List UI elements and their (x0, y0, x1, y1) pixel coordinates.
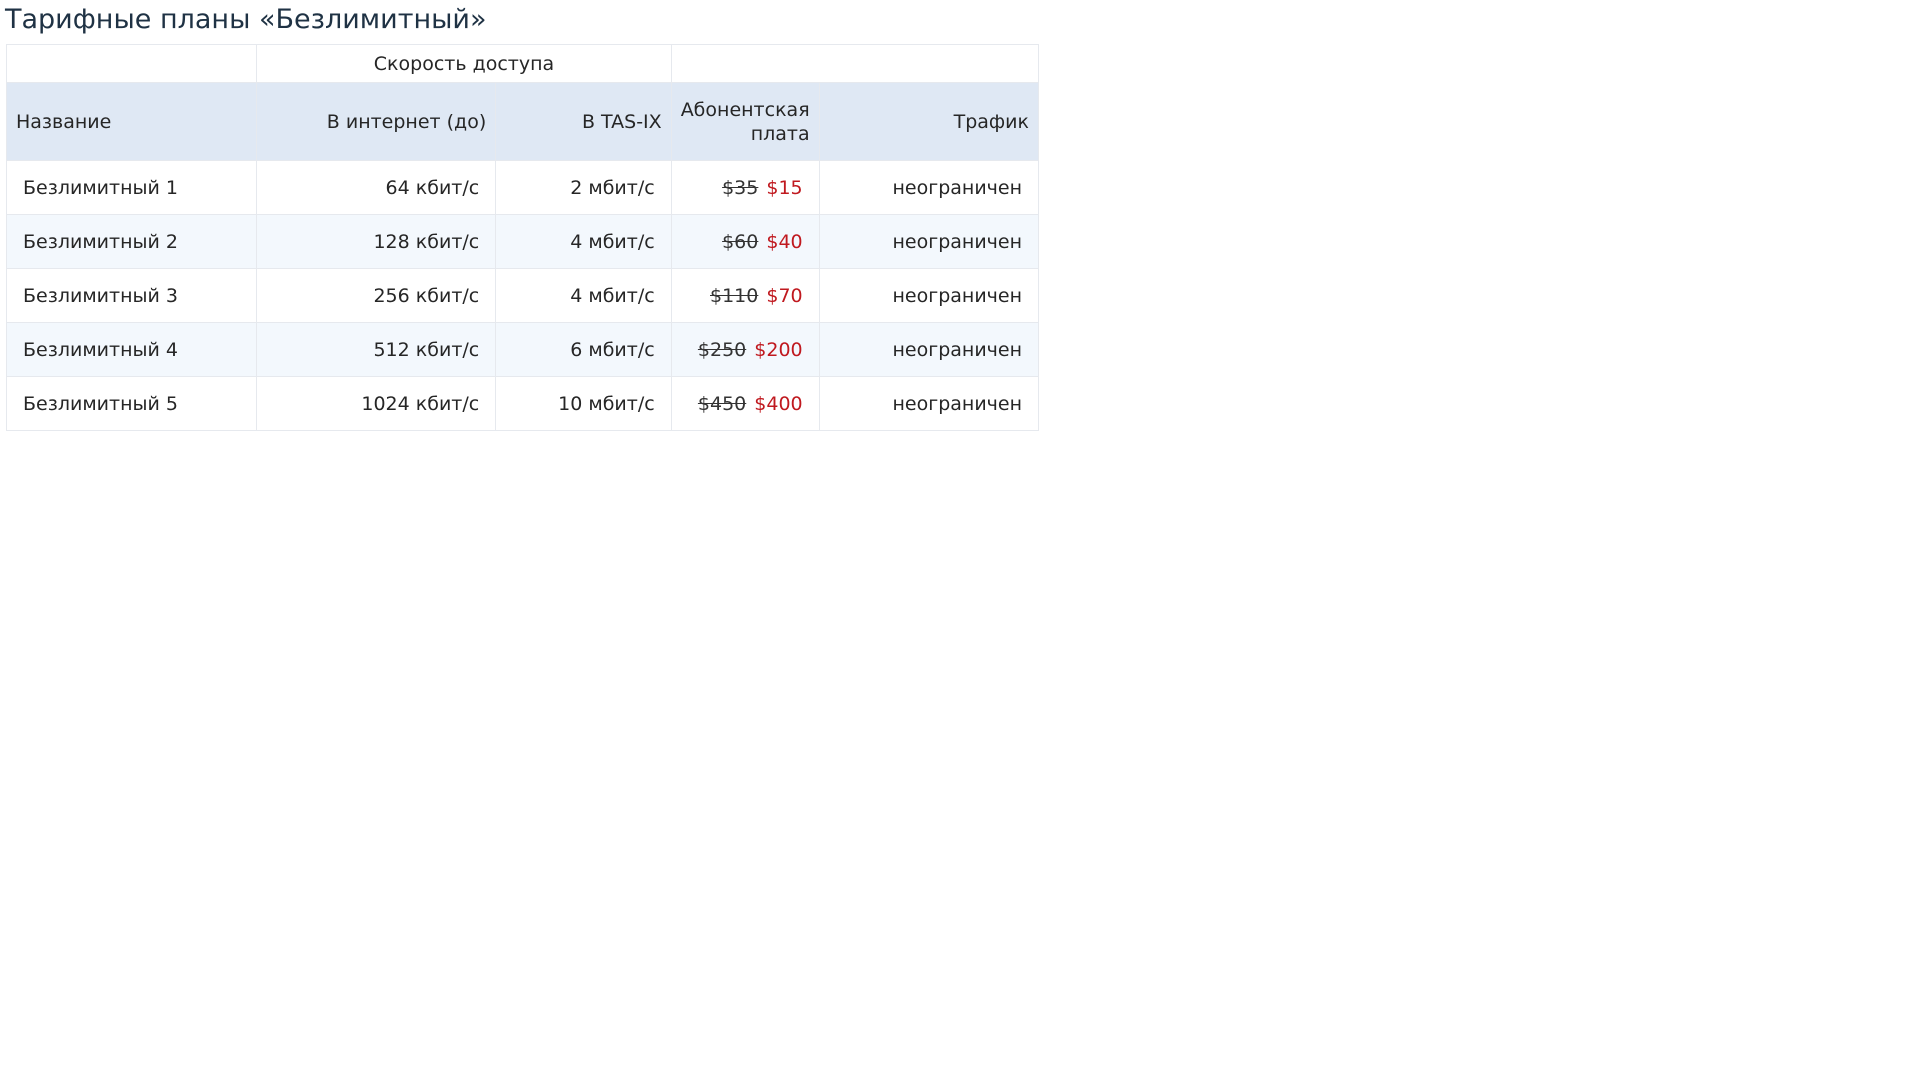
table-row: Безлимитный 3 256 кбит/с 4 мбит/с $110 $7… (5, 268, 1040, 323)
old-price: $250 (697, 338, 747, 361)
fee-cell: $60 $40 (670, 214, 820, 269)
table-row: Безлимитный 1 64 кбит/с 2 мбит/с $35 $15 … (5, 160, 1040, 215)
old-price: $35 (722, 176, 759, 199)
new-price: $400 (754, 392, 803, 415)
plan-name-cell: Безлимитный 5 (5, 376, 258, 431)
plan-name-cell: Безлимитный 1 (5, 160, 258, 215)
group-header-speed: Скорость доступа (256, 44, 672, 83)
tasix-speed-cell: 6 мбит/с (495, 322, 672, 377)
old-price: $60 (722, 230, 759, 253)
tariff-table: Скорость доступа Название В интернет (до… (5, 44, 1040, 431)
group-header-empty-cell (5, 44, 258, 83)
fee-cell: $250 $200 (670, 322, 820, 377)
plan-name-cell: Безлимитный 2 (5, 214, 258, 269)
old-price: $110 (710, 284, 759, 307)
fee-cell: $450 $400 (670, 376, 820, 431)
tasix-speed-cell: 2 мбит/с (495, 160, 672, 215)
column-header-traffic: Трафик (818, 82, 1040, 161)
internet-speed-cell: 256 кбит/с (256, 268, 497, 323)
fee-cell: $35 $15 (670, 160, 820, 215)
plan-name-cell: Безлимитный 4 (5, 322, 258, 377)
new-price: $200 (754, 338, 803, 361)
column-header-tasix: В TAS-IX (495, 82, 672, 161)
column-header-name: Название (5, 82, 258, 161)
column-header-fee: Абонентская плата (670, 82, 820, 161)
traffic-cell: неограничен (818, 214, 1040, 269)
traffic-cell: неограничен (818, 322, 1040, 377)
table-group-header-row: Скорость доступа (5, 44, 1040, 83)
table-row: Безлимитный 5 1024 кбит/с 10 мбит/с $450… (5, 376, 1040, 431)
column-header-internet: В интернет (до) (256, 82, 497, 161)
tasix-speed-cell: 4 мбит/с (495, 214, 672, 269)
page: Тарифные планы «Безлимитный» Скорость до… (0, 0, 1920, 1080)
traffic-cell: неограничен (818, 268, 1040, 323)
new-price: $70 (766, 284, 803, 307)
old-price: $450 (697, 392, 747, 415)
tasix-speed-cell: 4 мбит/с (495, 268, 672, 323)
traffic-cell: неограничен (818, 376, 1040, 431)
tasix-speed-cell: 10 мбит/с (495, 376, 672, 431)
internet-speed-cell: 1024 кбит/с (256, 376, 497, 431)
plan-name-cell: Безлимитный 3 (5, 268, 258, 323)
page-title: Тарифные планы «Безлимитный» (5, 4, 487, 35)
traffic-cell: неограничен (818, 160, 1040, 215)
new-price: $15 (766, 176, 803, 199)
internet-speed-cell: 128 кбит/с (256, 214, 497, 269)
internet-speed-cell: 64 кбит/с (256, 160, 497, 215)
fee-cell: $110 $70 (670, 268, 820, 323)
table-header-row: Название В интернет (до) В TAS-IX Абонен… (5, 82, 1040, 161)
group-header-empty-cell (670, 44, 1040, 83)
new-price: $40 (766, 230, 803, 253)
table-row: Безлимитный 4 512 кбит/с 6 мбит/с $250 $2… (5, 322, 1040, 377)
table-row: Безлимитный 2 128 кбит/с 4 мбит/с $60 $40… (5, 214, 1040, 269)
internet-speed-cell: 512 кбит/с (256, 322, 497, 377)
